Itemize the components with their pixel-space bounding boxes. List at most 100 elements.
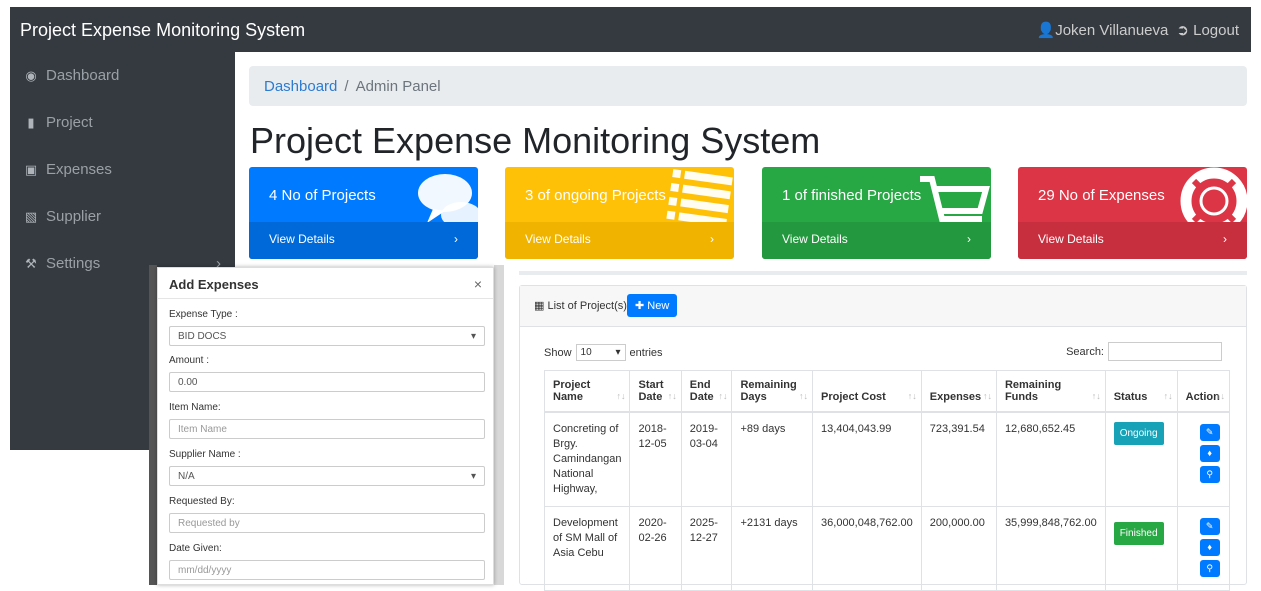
- card-expenses: 29 No of Expenses View Details ›: [1018, 167, 1247, 259]
- caret-down-icon: ▾: [615, 347, 621, 358]
- plus-circle-icon: ✚: [635, 300, 645, 312]
- wrench-icon: ⚒: [25, 255, 37, 271]
- column-header-label: Remaining Days: [740, 379, 797, 403]
- tag-button[interactable]: ♦: [1199, 539, 1220, 556]
- column-header[interactable]: End Date ↑↓: [681, 370, 733, 413]
- date-given-field[interactable]: mm/dd/yyyy: [169, 560, 485, 580]
- column-header[interactable]: Start Date ↑↓: [629, 370, 682, 413]
- sort-icon: ↑↓: [799, 391, 809, 401]
- view-details-label: View Details: [269, 232, 335, 246]
- sidebar-item-expenses[interactable]: ▣ Expenses: [10, 146, 235, 193]
- sign-out-icon: ➲: [1176, 22, 1189, 39]
- view-button[interactable]: ⚲: [1199, 466, 1220, 483]
- sidebar-item-project[interactable]: ▮ Project: [10, 99, 235, 146]
- card-text: 1 of finished Projects: [782, 187, 922, 204]
- status-badge: Ongoing: [1113, 422, 1164, 445]
- table-icon: ▦: [534, 300, 545, 312]
- tag-icon: ♦: [1207, 542, 1212, 552]
- status-cell: Finished: [1105, 506, 1178, 591]
- supplier-name-select[interactable]: N/A ▾: [169, 466, 485, 486]
- logout-link[interactable]: ➲ Logout: [1176, 21, 1239, 39]
- table-row: Development of SM Mall of Asia Cebu 2020…: [543, 506, 1231, 591]
- search-label: Search:: [1066, 345, 1104, 358]
- projects-table: Project Name ↑↓ Start Date ↑↓ End Date ↑↓ R…: [543, 370, 1231, 591]
- search-input[interactable]: [1108, 342, 1222, 361]
- requested-by-label: Requested By:: [169, 496, 235, 507]
- expense-type-select[interactable]: BID DOCS ▾: [169, 326, 485, 346]
- column-header[interactable]: Expenses ↑↓: [921, 370, 997, 413]
- view-details-link[interactable]: View Details ›: [505, 222, 734, 259]
- sort-icon: ↑↓: [907, 391, 917, 401]
- sort-icon: ↑↓: [1163, 391, 1173, 401]
- view-details-link[interactable]: View Details ›: [762, 222, 991, 259]
- project-cost-cell: 13,404,043.99: [812, 412, 922, 507]
- sidebar-item-label: Expenses: [46, 161, 112, 178]
- date-given-placeholder: mm/dd/yyyy: [178, 564, 232, 576]
- view-details-link[interactable]: View Details ›: [1018, 222, 1247, 259]
- column-header-label: Status: [1113, 391, 1148, 403]
- modal-divider: [158, 298, 493, 299]
- search-icon: ⚲: [1206, 563, 1213, 573]
- requested-by-field[interactable]: Requested by: [169, 513, 485, 533]
- sidebar-item-label: Settings: [46, 255, 101, 272]
- column-header[interactable]: Remaining Funds ↑↓: [996, 370, 1106, 413]
- card-ongoing: 3 of ongoing Projects View Details ›: [505, 167, 734, 259]
- page-title: Project Expense Monitoring System: [250, 120, 821, 161]
- book-icon: ▮: [27, 114, 35, 130]
- column-header[interactable]: Project Cost ↑↓: [812, 370, 922, 413]
- edit-button[interactable]: ✎: [1199, 518, 1220, 535]
- user-link[interactable]: 👤Joken Villanueva: [1037, 21, 1169, 39]
- contact-icon: ▧: [24, 208, 38, 224]
- new-button-label: New: [647, 300, 670, 312]
- view-details-link[interactable]: View Details ›: [249, 222, 478, 259]
- close-icon[interactable]: ×: [474, 276, 482, 292]
- expense-type-value: BID DOCS: [178, 330, 227, 342]
- new-project-button[interactable]: ✚ New: [627, 294, 678, 317]
- project-cost-cell: 36,000,048,762.00: [812, 506, 922, 591]
- entries-value: 10: [580, 347, 592, 358]
- edit-icon: ✎: [1205, 427, 1214, 437]
- sort-icon: ↑↓: [1216, 391, 1225, 401]
- panel-title-text: List of Project(s): [547, 300, 627, 312]
- sidebar-item-dashboard[interactable]: ◉ Dashboard: [10, 52, 235, 99]
- chevron-right-icon: ›: [967, 232, 971, 246]
- view-details-label: View Details: [1038, 232, 1104, 246]
- breadcrumb-home-link[interactable]: Dashboard: [264, 78, 337, 95]
- top-navbar: Project Expense Monitoring System 👤Joken…: [10, 7, 1251, 52]
- sort-icon: ↑↓: [1091, 391, 1101, 401]
- edit-icon: ✎: [1205, 521, 1214, 531]
- chevron-right-icon: ›: [454, 232, 458, 246]
- project-name-cell: Development of SM Mall of Asia Cebu: [543, 506, 631, 591]
- card-text: 29 No of Expenses: [1038, 187, 1165, 204]
- projects-panel: ▦ List of Project(s) ✚ New Show 10 ▾ entr…: [519, 285, 1247, 591]
- expenses-cell: 723,391.54: [921, 412, 997, 507]
- card-finished: 1 of finished Projects View Details ›: [762, 167, 991, 259]
- sidebar-item-supplier[interactable]: ▧ Supplier: [10, 193, 235, 240]
- action-cell: ✎ ♦ ⚲: [1177, 506, 1231, 591]
- view-button[interactable]: ⚲: [1199, 560, 1220, 577]
- column-header[interactable]: Project Name ↑↓: [543, 370, 631, 413]
- column-header[interactable]: Action ↑↓: [1177, 370, 1231, 413]
- amount-field[interactable]: 0.00: [169, 372, 485, 392]
- date-given-label: Date Given:: [169, 543, 222, 554]
- view-details-label: View Details: [525, 232, 591, 246]
- item-name-field[interactable]: Item Name: [169, 419, 485, 439]
- app-brand[interactable]: Project Expense Monitoring System: [20, 20, 305, 41]
- tachometer-icon: ◉: [25, 67, 37, 83]
- edit-button[interactable]: ✎: [1199, 424, 1220, 441]
- sort-icon: ↑↓: [718, 391, 728, 401]
- caret-down-icon: ▾: [470, 470, 476, 482]
- amount-label: Amount :: [169, 355, 210, 366]
- sidebar-item-label: Project: [46, 114, 93, 131]
- logout-label: Logout: [1193, 22, 1239, 39]
- column-header[interactable]: Status ↑↓: [1105, 370, 1178, 413]
- column-header[interactable]: Remaining Days ↑↓: [731, 370, 814, 413]
- column-header-label: Start Date: [638, 379, 664, 403]
- card-projects: 4 No of Projects View Details ›: [249, 167, 478, 259]
- entries-select[interactable]: 10 ▾: [575, 344, 626, 361]
- column-header-label: Expenses: [929, 391, 982, 403]
- breadcrumb-separator: /: [344, 78, 349, 95]
- tag-button[interactable]: ♦: [1199, 445, 1220, 462]
- end-date-cell: 2025-12-27: [681, 506, 733, 591]
- status-badge: Finished: [1113, 522, 1164, 545]
